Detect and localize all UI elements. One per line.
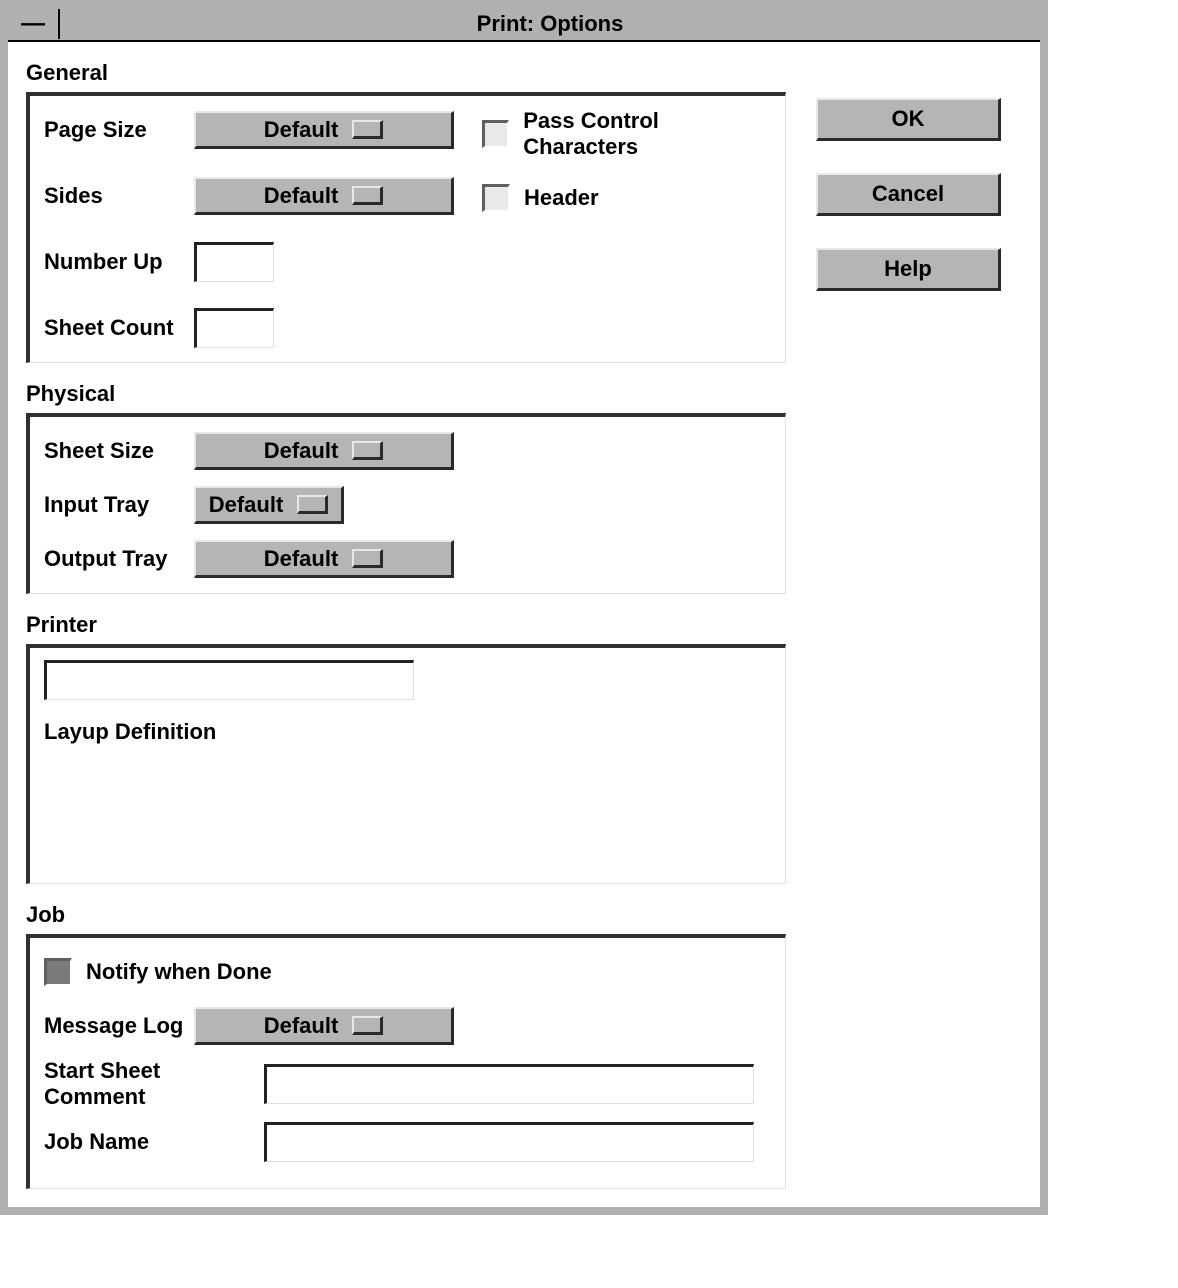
printer-group: Layup Definition bbox=[26, 644, 786, 884]
dropdown-icon bbox=[352, 1016, 383, 1035]
message-log-value: Default bbox=[264, 1013, 339, 1039]
start-sheet-comment-label: Start Sheet Comment bbox=[44, 1058, 264, 1110]
page-size-dropdown[interactable]: Default bbox=[194, 111, 454, 149]
cancel-button-label: Cancel bbox=[872, 181, 944, 207]
layup-definition-input[interactable] bbox=[44, 660, 414, 700]
dropdown-icon bbox=[297, 495, 328, 514]
pass-control-characters-checkbox[interactable]: Pass Control Characters bbox=[482, 108, 771, 160]
cancel-button[interactable]: Cancel bbox=[816, 173, 1001, 216]
output-tray-value: Default bbox=[264, 546, 339, 572]
dropdown-icon bbox=[352, 120, 383, 139]
main-panel: General Page Size Default bbox=[26, 56, 786, 1189]
sides-dropdown[interactable]: Default bbox=[194, 177, 454, 215]
pass-control-characters-label: Pass Control Characters bbox=[523, 108, 771, 160]
header-checkbox[interactable]: Header bbox=[482, 184, 771, 212]
system-menu-button[interactable]: — bbox=[8, 9, 60, 39]
ok-button[interactable]: OK bbox=[816, 98, 1001, 141]
window-title: Print: Options bbox=[60, 11, 1040, 37]
sheet-size-dropdown[interactable]: Default bbox=[194, 432, 454, 470]
dropdown-icon bbox=[352, 441, 383, 460]
job-title: Job bbox=[26, 902, 786, 928]
physical-title: Physical bbox=[26, 381, 786, 407]
input-tray-value: Default bbox=[209, 492, 284, 518]
sheet-count-input[interactable] bbox=[194, 308, 274, 348]
sides-label: Sides bbox=[44, 183, 194, 209]
input-tray-dropdown[interactable]: Default bbox=[194, 486, 344, 524]
page-size-value: Default bbox=[264, 117, 339, 143]
output-tray-dropdown[interactable]: Default bbox=[194, 540, 454, 578]
sides-value: Default bbox=[264, 183, 339, 209]
physical-section: Physical Sheet Size Default Input Tray D… bbox=[26, 377, 786, 594]
page-size-label: Page Size bbox=[44, 117, 194, 143]
notify-when-done-label: Notify when Done bbox=[86, 959, 272, 985]
physical-group: Sheet Size Default Input Tray Default bbox=[26, 413, 786, 594]
content-area: General Page Size Default bbox=[8, 42, 1040, 1207]
checkbox-icon bbox=[44, 958, 72, 986]
notify-when-done-checkbox[interactable]: Notify when Done bbox=[44, 958, 272, 986]
message-log-dropdown[interactable]: Default bbox=[194, 1007, 454, 1045]
input-tray-label: Input Tray bbox=[44, 492, 194, 518]
print-options-window: — Print: Options General Page Size Defau… bbox=[0, 0, 1048, 1215]
dropdown-icon bbox=[352, 549, 383, 568]
printer-section: Printer Layup Definition bbox=[26, 608, 786, 884]
sheet-size-label: Sheet Size bbox=[44, 438, 194, 464]
job-group: Notify when Done Message Log Default Sta… bbox=[26, 934, 786, 1189]
message-log-label: Message Log bbox=[44, 1013, 194, 1039]
layup-definition-label: Layup Definition bbox=[44, 719, 216, 745]
sheet-size-value: Default bbox=[264, 438, 339, 464]
start-sheet-comment-input[interactable] bbox=[264, 1064, 754, 1104]
help-button[interactable]: Help bbox=[816, 248, 1001, 291]
printer-title: Printer bbox=[26, 612, 786, 638]
general-title: General bbox=[26, 60, 786, 86]
help-button-label: Help bbox=[884, 256, 932, 282]
dropdown-icon bbox=[352, 186, 383, 205]
checkbox-icon bbox=[482, 184, 510, 212]
checkbox-icon bbox=[482, 120, 509, 148]
sysmenu-icon: — bbox=[21, 10, 45, 38]
titlebar: — Print: Options bbox=[8, 8, 1040, 42]
job-name-label: Job Name bbox=[44, 1129, 264, 1155]
output-tray-label: Output Tray bbox=[44, 546, 194, 572]
header-label: Header bbox=[524, 185, 599, 211]
job-section: Job Notify when Done Message Log Default bbox=[26, 898, 786, 1189]
general-group: Page Size Default Sides Default bbox=[26, 92, 786, 363]
number-up-input[interactable] bbox=[194, 242, 274, 282]
general-section: General Page Size Default bbox=[26, 56, 786, 363]
sheet-count-label: Sheet Count bbox=[44, 315, 194, 341]
number-up-label: Number Up bbox=[44, 249, 194, 275]
job-name-input[interactable] bbox=[264, 1122, 754, 1162]
side-buttons: OK Cancel Help bbox=[816, 56, 1006, 1189]
ok-button-label: OK bbox=[892, 106, 925, 132]
